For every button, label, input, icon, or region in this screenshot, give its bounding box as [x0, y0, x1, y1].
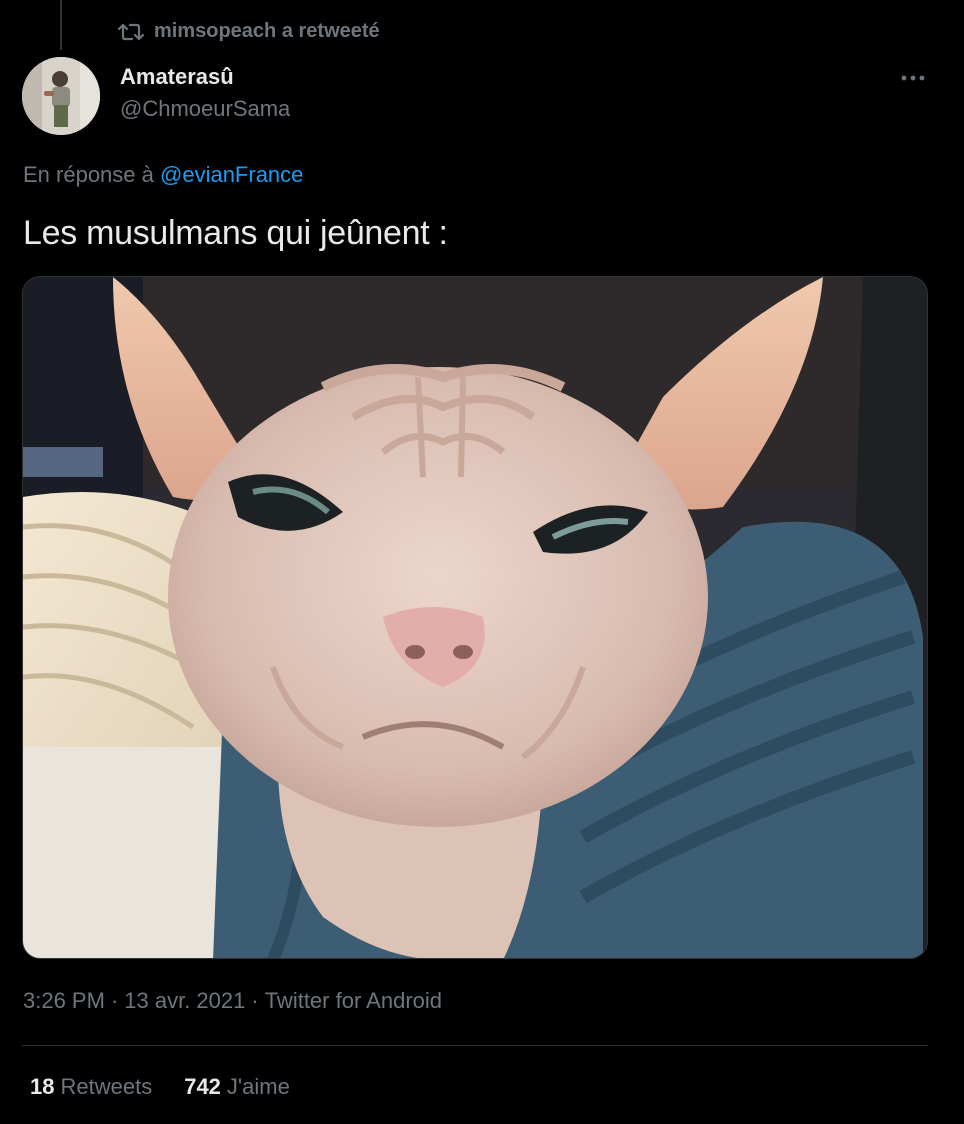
meta-separator: ·: [251, 988, 259, 1013]
sphynx-cat-photo: [23, 277, 927, 958]
meta-separator: ·: [110, 988, 119, 1013]
tweet-source-link[interactable]: Twitter for Android: [265, 988, 442, 1014]
likes-stat[interactable]: 742 J'aime: [184, 1074, 290, 1100]
author-block[interactable]: Amaterasû @ChmoeurSama: [120, 64, 290, 122]
reply-mention-link[interactable]: @evianFrance: [160, 162, 303, 187]
more-dots-icon: [901, 68, 925, 86]
tweet-stats: 18 Retweets 742 J'aime: [30, 1074, 290, 1100]
stats-divider: [22, 1045, 928, 1046]
retweet-icon: [118, 21, 144, 43]
tweet-detail-page: mimsopeach a retweeté Amaterasû @Chmoeur…: [0, 0, 964, 1124]
reply-prefix: En réponse à: [23, 162, 154, 187]
retweet-banner[interactable]: mimsopeach a retweeté: [118, 20, 380, 43]
retweets-count: 18: [30, 1074, 55, 1099]
reply-context: En réponse à @evianFrance: [23, 162, 303, 188]
likes-label: J'aime: [226, 1074, 290, 1099]
avatar[interactable]: [22, 57, 100, 135]
likes-count: 742: [184, 1074, 221, 1099]
author-handle[interactable]: @ChmoeurSama: [120, 96, 290, 122]
thread-connector-line: [60, 0, 62, 50]
author-display-name[interactable]: Amaterasû: [120, 64, 290, 90]
tweet-text: Les musulmans qui jeûnent :: [23, 214, 448, 252]
retweets-stat[interactable]: 18 Retweets: [30, 1074, 152, 1100]
retweets-label: Retweets: [60, 1074, 153, 1099]
tweet-media-image[interactable]: [22, 276, 928, 959]
more-options-button[interactable]: [896, 62, 930, 92]
tweet-timestamp: 3:26 PM · 13 avr. 2021 · Twitter for And…: [23, 988, 442, 1014]
tweet-time-link[interactable]: 3:26 PM: [23, 988, 105, 1014]
tweet-date-link[interactable]: 13 avr. 2021: [124, 988, 245, 1014]
retweet-banner-text: mimsopeach a retweeté: [154, 20, 380, 42]
